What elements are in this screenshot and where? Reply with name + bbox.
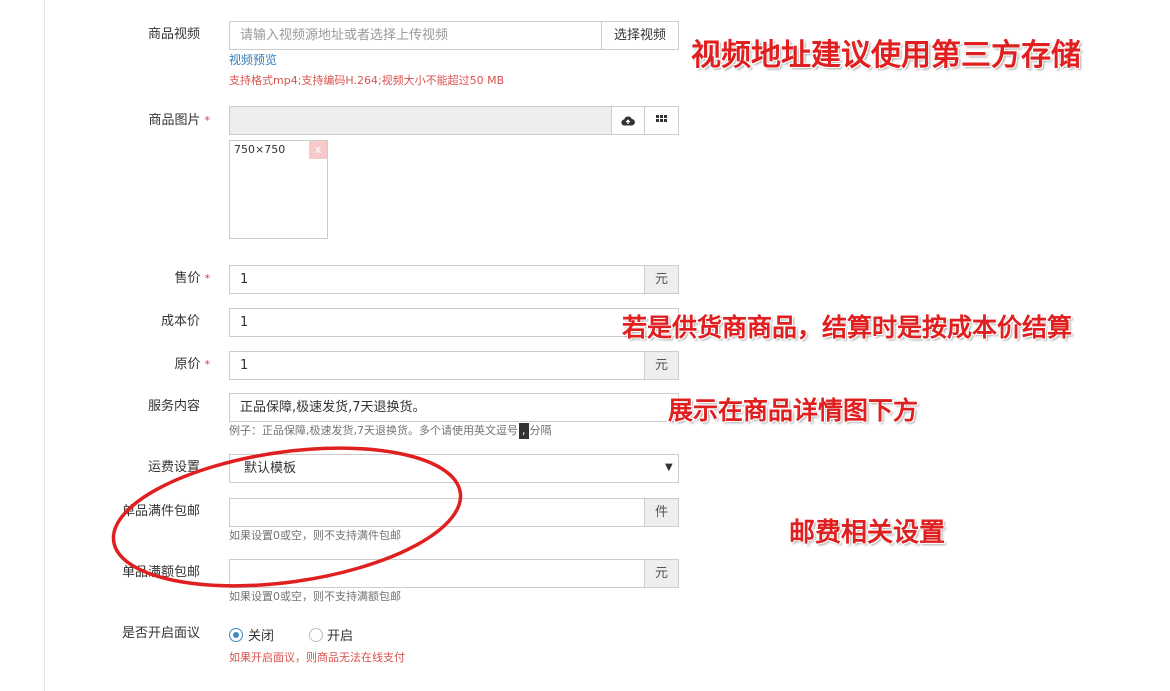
video-preview-link[interactable]: 视频预览 (229, 52, 277, 68)
sale-price-label: 售价 * (174, 271, 211, 286)
upload-cloud-button[interactable] (611, 106, 645, 135)
negotiable-on-label[interactable]: 开启 (327, 625, 353, 644)
cost-price-input[interactable]: 1 (229, 308, 679, 337)
cloud-upload-icon (621, 115, 635, 126)
images-label: 商品图片 * (148, 113, 211, 128)
negotiable-off-radio[interactable] (229, 628, 243, 642)
image-thumbnail[interactable]: 750×750 x (229, 140, 328, 239)
negotiable-off-label[interactable]: 关闭 (248, 625, 274, 644)
annotation-video-note: 视频地址建议使用第三方存储 (691, 38, 1081, 73)
thumbnail-size-text: 750×750 (234, 143, 286, 156)
free-by-amount-unit: 元 (644, 559, 679, 588)
comma-highlight: , (519, 423, 529, 439)
video-label: 商品视频 (147, 27, 200, 42)
grid-icon (656, 115, 667, 122)
select-video-button[interactable]: 选择视频 (601, 21, 679, 50)
cost-price-label: 成本价 (160, 314, 200, 329)
images-path-input (229, 106, 612, 135)
free-by-count-unit: 件 (644, 498, 679, 527)
required-mark: * (204, 358, 211, 371)
sale-price-unit: 元 (644, 265, 679, 294)
annotation-shipping-note: 邮费相关设置 (789, 518, 946, 548)
negotiable-label: 是否开启面议 (121, 626, 200, 641)
required-mark: * (204, 272, 211, 285)
page-left-border (44, 0, 45, 691)
negotiable-on-radio[interactable] (309, 628, 323, 642)
original-price-label: 原价 * (174, 357, 211, 372)
original-price-input[interactable]: 1 (229, 351, 645, 380)
annotation-cost-note: 若是供货商商品，结算时是按成本价结算 (622, 313, 1073, 342)
service-input[interactable]: 正品保障,极速发货,7天退换货。 (229, 393, 679, 422)
required-mark: * (204, 114, 211, 127)
original-price-unit: 元 (644, 351, 679, 380)
video-help-text: 支持格式mp4;支持编码H.264;视频大小不能超过50 MB (229, 74, 505, 87)
service-help-text: 例子：正品保障,极速发货,7天退换货。多个请使用英文逗号, 分隔 (229, 423, 552, 439)
highlight-ellipse (111, 446, 463, 588)
chevron-down-icon: ▼ (665, 462, 673, 473)
video-url-input[interactable]: 请输入视频源地址或者选择上传视频 (229, 21, 602, 50)
image-gallery-button[interactable] (644, 106, 679, 135)
annotation-service-note: 展示在商品详情图下方 (668, 396, 919, 425)
sale-price-input[interactable]: 1 (229, 265, 645, 294)
negotiable-help: 如果开启面议，则商品无法在线支付 (229, 651, 405, 664)
remove-image-button[interactable]: x (309, 141, 327, 159)
service-label: 服务内容 (147, 399, 200, 414)
